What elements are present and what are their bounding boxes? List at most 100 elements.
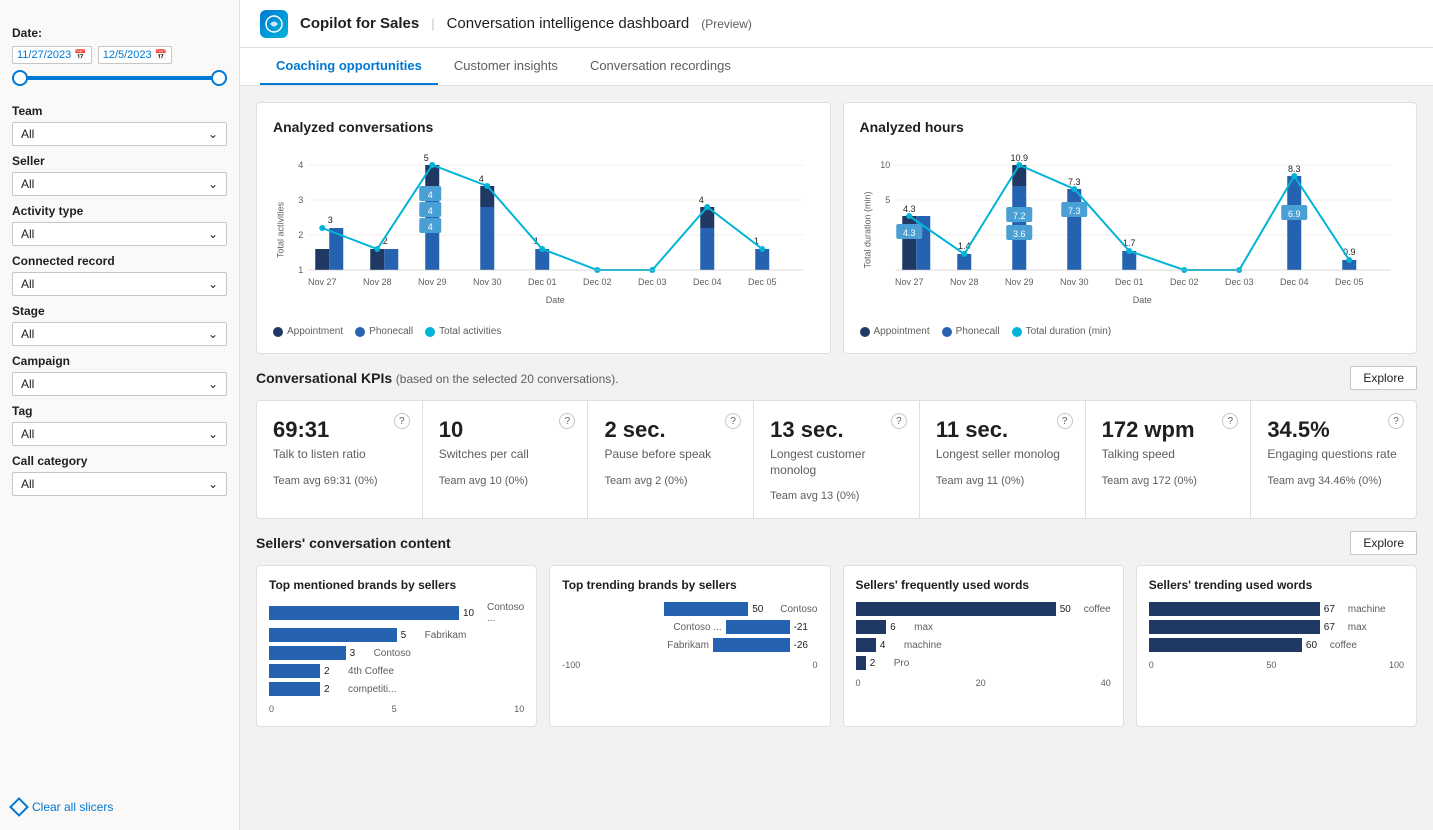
dashboard-title: Conversation intelligence dashboard	[447, 15, 690, 32]
charts-row: Analyzed conversations Total activities …	[256, 102, 1417, 354]
bar-nov27-appt	[315, 249, 329, 270]
seller-select[interactable]: All ⌄	[12, 172, 227, 196]
team-select[interactable]: All ⌄	[12, 122, 227, 146]
content-area: Analyzed conversations Total activities …	[240, 86, 1433, 830]
svg-text:8.3: 8.3	[1287, 164, 1300, 174]
svg-text:Nov 29: Nov 29	[1004, 277, 1033, 287]
svg-text:Nov 30: Nov 30	[1059, 277, 1088, 287]
date-start[interactable]: 11/27/2023 📅	[12, 46, 92, 64]
app-header: Copilot for Sales | Conversation intelli…	[240, 0, 1433, 48]
svg-text:Nov 27: Nov 27	[308, 277, 337, 287]
kpi-help-seller-mono[interactable]: ?	[1057, 413, 1073, 429]
preview-badge: (Preview)	[701, 17, 752, 31]
trend-bar-fabrikam	[713, 638, 790, 652]
svg-text:1: 1	[298, 265, 303, 275]
svg-text:Dec 04: Dec 04	[693, 277, 722, 287]
kpi-help-talk-ratio[interactable]: ?	[394, 413, 410, 429]
connected-select[interactable]: All ⌄	[12, 272, 227, 296]
svg-text:Nov 28: Nov 28	[363, 277, 392, 287]
main-content: Copilot for Sales | Conversation intelli…	[240, 0, 1433, 830]
stage-select[interactable]: All ⌄	[12, 322, 227, 346]
svg-text:Nov 28: Nov 28	[949, 277, 978, 287]
trending-brands-bars: 50 Contoso Contoso ... -21 Fabrikam	[562, 602, 817, 670]
svg-text:6.9: 6.9	[1287, 209, 1300, 219]
svg-text:3: 3	[328, 215, 333, 225]
sellers-title: Sellers' conversation content	[256, 535, 451, 551]
diamond-icon	[9, 797, 29, 817]
tab-bar: Coaching opportunities Customer insights…	[240, 48, 1433, 86]
svg-text:Nov 30: Nov 30	[473, 277, 502, 287]
svg-text:2: 2	[298, 230, 303, 240]
tab-customer[interactable]: Customer insights	[438, 48, 574, 85]
chevron-down-icon: ⌄	[208, 127, 218, 141]
activity-select[interactable]: All ⌄	[12, 222, 227, 246]
svg-text:7.2: 7.2	[1012, 211, 1025, 221]
brand-bar-competition	[269, 682, 320, 696]
svg-text:Nov 27: Nov 27	[894, 277, 923, 287]
svg-text:5: 5	[885, 195, 890, 205]
connected-filter: Connected record All ⌄	[12, 254, 227, 296]
kpi-section: Conversational KPIs (based on the select…	[256, 366, 1417, 519]
kpi-explore-button[interactable]: Explore	[1350, 366, 1417, 390]
chevron-down-icon: ⌄	[208, 277, 218, 291]
date-slider[interactable]	[12, 76, 227, 80]
sellers-explore-button[interactable]: Explore	[1350, 531, 1417, 555]
trend-bar-contoso	[664, 602, 748, 616]
sellers-cards-row: Top mentioned brands by sellers 10 Conto…	[256, 565, 1417, 727]
svg-text:4: 4	[298, 160, 303, 170]
freq-bar-machine	[856, 638, 876, 652]
svg-text:3: 3	[298, 195, 303, 205]
kpi-help-switches[interactable]: ?	[559, 413, 575, 429]
svg-text:Dec 04: Dec 04	[1279, 277, 1308, 287]
freq-bar-coffee	[856, 602, 1056, 616]
hours-legend: Appointment Phonecall Total duration (mi…	[860, 326, 1401, 337]
svg-text:Date: Date	[546, 295, 565, 305]
date-label: Date:	[12, 26, 227, 40]
stage-filter: Stage All ⌄	[12, 304, 227, 346]
tab-recordings[interactable]: Conversation recordings	[574, 48, 747, 85]
date-end[interactable]: 12/5/2023 📅	[98, 46, 172, 64]
sellers-header: Sellers' conversation content Explore	[256, 531, 1417, 555]
trending-words-card: Sellers' trending used words 67 machine …	[1136, 565, 1417, 727]
svg-text:4.3: 4.3	[902, 204, 915, 214]
kpi-card-seller-mono: ? 11 sec. Longest seller monolog Team av…	[920, 401, 1086, 518]
analyzed-conv-chart: Total activities 4 3 2 1	[273, 145, 814, 318]
chevron-down-icon: ⌄	[208, 327, 218, 341]
frequent-words-card: Sellers' frequently used words 50 coffee…	[843, 565, 1124, 727]
svg-text:Dec 03: Dec 03	[638, 277, 667, 287]
kpi-card-talk-ratio: ? 69:31 Talk to listen ratio Team avg 69…	[257, 401, 423, 518]
conv-legend: Appointment Phonecall Total activities	[273, 326, 814, 337]
kpi-help-engaging[interactable]: ?	[1388, 413, 1404, 429]
svg-text:Dec 03: Dec 03	[1224, 277, 1253, 287]
svg-text:Dec 02: Dec 02	[583, 277, 612, 287]
analyzed-hours-card: Analyzed hours Total duration (min) 10 5	[843, 102, 1418, 354]
kpi-card-customer-mono: ? 13 sec. Longest customer monolog Team …	[754, 401, 920, 518]
svg-text:Dec 05: Dec 05	[748, 277, 777, 287]
svg-text:10.9: 10.9	[1010, 153, 1028, 163]
svg-text:Date: Date	[1132, 295, 1151, 305]
svg-text:3.6: 3.6	[1012, 229, 1025, 239]
kpi-card-switches: ? 10 Switches per call Team avg 10 (0%)	[423, 401, 589, 518]
kpi-card-engaging: ? 34.5% Engaging questions rate Team avg…	[1251, 401, 1416, 518]
campaign-select[interactable]: All ⌄	[12, 372, 227, 396]
trending-brands-card: Top trending brands by sellers 50 Contos…	[549, 565, 830, 727]
callcat-select[interactable]: All ⌄	[12, 472, 227, 496]
tab-coaching[interactable]: Coaching opportunities	[260, 48, 438, 85]
kpi-help-speed[interactable]: ?	[1222, 413, 1238, 429]
svg-text:5: 5	[424, 153, 429, 163]
tag-select[interactable]: All ⌄	[12, 422, 227, 446]
freq-bar-pro	[856, 656, 866, 670]
svg-text:Dec 01: Dec 01	[528, 277, 557, 287]
sidebar: Date: 11/27/2023 📅 12/5/2023 📅 Team All …	[0, 0, 240, 830]
clear-slicers-button[interactable]: Clear all slicers	[12, 784, 227, 814]
svg-text:Total duration (min): Total duration (min)	[862, 191, 872, 268]
svg-text:Dec 01: Dec 01	[1114, 277, 1143, 287]
kpi-help-customer-mono[interactable]: ?	[891, 413, 907, 429]
callcat-filter: Call category All ⌄	[12, 454, 227, 496]
svg-text:10: 10	[880, 160, 890, 170]
kpi-help-pause[interactable]: ?	[725, 413, 741, 429]
top-brands-bars: 10 Contoso ... 5 Fabrikam	[269, 602, 524, 714]
activity-filter: Activity type All ⌄	[12, 204, 227, 246]
sellers-section: Sellers' conversation content Explore To…	[256, 531, 1417, 727]
copilot-logo	[260, 10, 288, 38]
